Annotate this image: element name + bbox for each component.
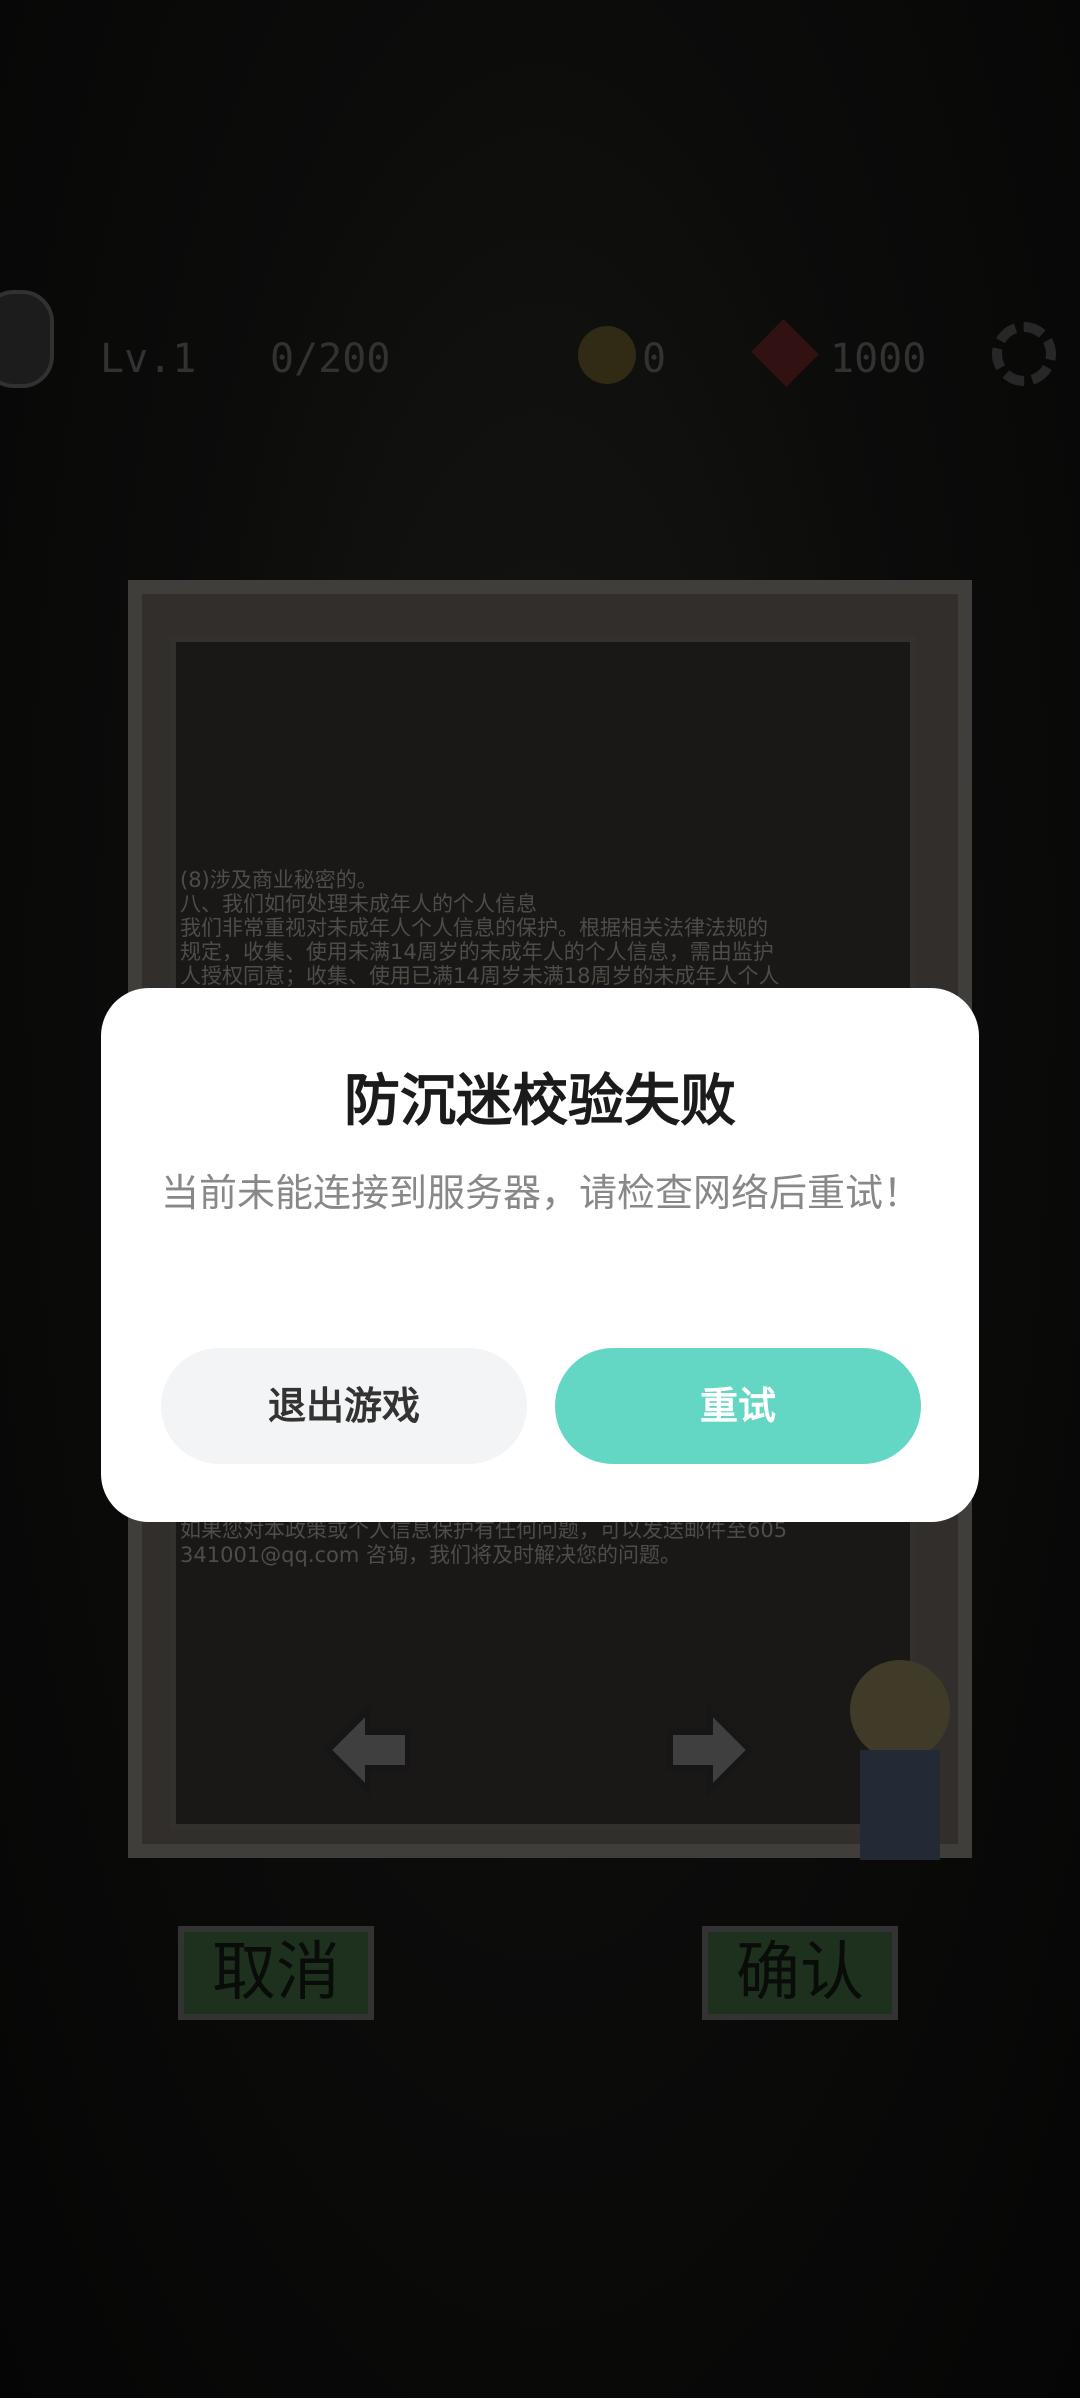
dialog-title: 防沉迷校验失败 [344,1069,736,1134]
retry-button[interactable]: 重试 [555,1348,921,1464]
anti-addiction-dialog: 防沉迷校验失败 当前未能连接到服务器，请检查网络后重试！ 退出游戏 重试 [101,988,979,1522]
exit-game-button[interactable]: 退出游戏 [161,1348,527,1464]
dialog-message: 当前未能连接到服务器，请检查网络后重试！ [161,1171,922,1215]
